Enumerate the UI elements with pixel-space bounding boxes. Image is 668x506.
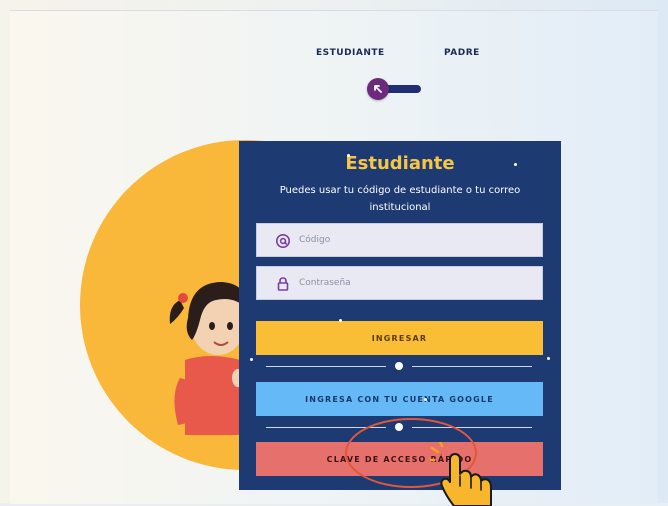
- sparkle: [547, 357, 550, 360]
- sparkle: [250, 358, 253, 361]
- google-login-button[interactable]: INGRESA CON TU CUENTA GOOGLE: [256, 382, 543, 416]
- role-tab-parent[interactable]: PADRE: [444, 48, 480, 58]
- login-button[interactable]: INGRESAR: [256, 321, 543, 355]
- card-title: Estudiante: [345, 153, 455, 174]
- role-tab-student[interactable]: ESTUDIANTE: [316, 48, 385, 58]
- role-toggle[interactable]: [367, 78, 423, 100]
- toggle-knob: [367, 78, 389, 100]
- at-icon: [276, 234, 290, 248]
- sparkle: [514, 163, 517, 166]
- pointing-hand-icon: [430, 442, 492, 506]
- arrow-up-left-icon: [374, 85, 382, 93]
- password-placeholder: Contraseña: [299, 278, 351, 288]
- separator: O: [256, 362, 543, 370]
- sparkle: [339, 319, 342, 322]
- lock-icon: [277, 277, 289, 291]
- role-selector: ESTUDIANTE PADRE: [300, 48, 510, 68]
- code-placeholder: Código: [299, 235, 331, 245]
- password-input[interactable]: Contraseña: [256, 266, 543, 300]
- sparkle: [424, 398, 427, 401]
- sparkle: [347, 154, 350, 157]
- code-input[interactable]: Código: [256, 223, 543, 257]
- card-subtitle: Puedes usar tu código de estudiante o tu…: [279, 185, 521, 213]
- separator-label: O: [395, 362, 403, 370]
